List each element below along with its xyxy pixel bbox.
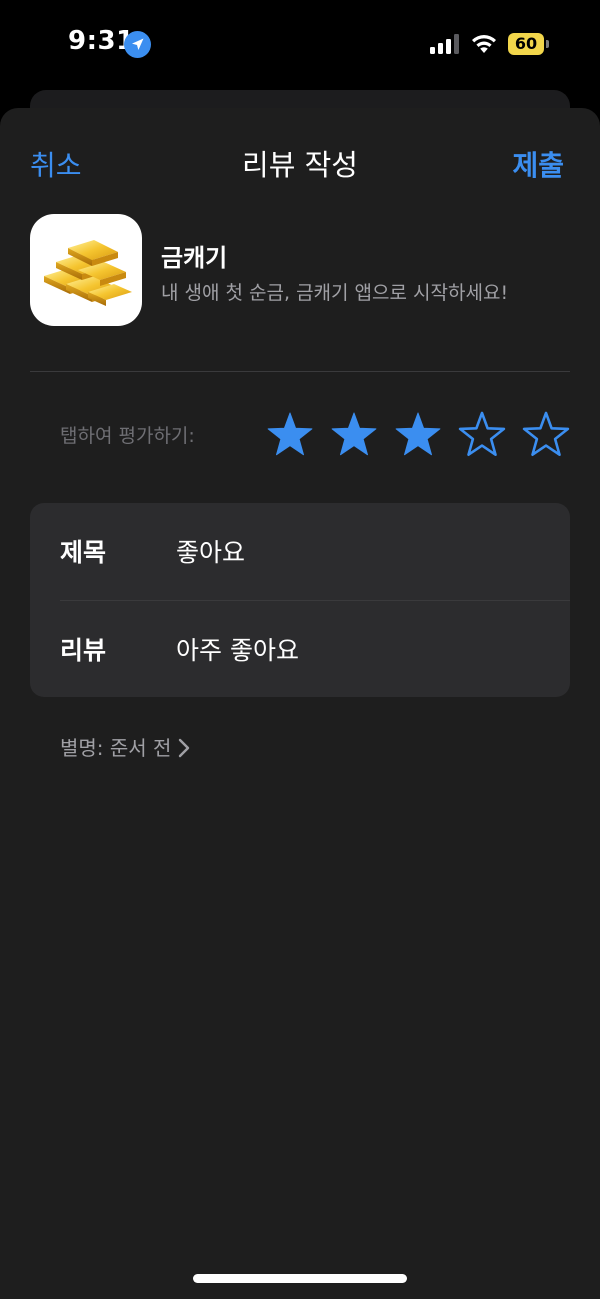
home-indicator[interactable] <box>193 1274 407 1283</box>
star-rating[interactable] <box>266 410 576 460</box>
review-form-card: 제목 좋아요 리뷰 아주 좋아요 <box>30 503 570 697</box>
review-label: 리뷰 <box>60 636 107 665</box>
nickname-link[interactable]: 별명: 준서 전 <box>60 732 191 762</box>
chevron-right-icon <box>179 738 190 758</box>
star-1-icon[interactable] <box>266 410 314 458</box>
cancel-button[interactable]: 취소 <box>30 144 82 184</box>
battery-tip <box>546 40 549 48</box>
page-title: 리뷰 작성 <box>242 148 358 182</box>
status-bar: 9:31 60 <box>0 0 600 90</box>
divider <box>30 371 570 372</box>
wifi-icon <box>472 35 496 53</box>
screen: 9:31 60 취소 리뷰 작성 제출 금캐기 내 생애 첫 순금, 금캐기 앱… <box>0 0 600 1299</box>
app-icon <box>30 214 142 326</box>
cellular-signal-icon <box>430 34 459 54</box>
title-row[interactable]: 제목 좋아요 <box>30 503 570 599</box>
title-label: 제목 <box>60 538 107 567</box>
star-4-icon[interactable] <box>458 410 506 458</box>
nickname-text: 별명: 준서 전 <box>60 736 172 760</box>
location-arrow-icon <box>124 31 151 58</box>
battery-icon: 60 <box>508 33 549 55</box>
submit-button[interactable]: 제출 <box>512 144 564 184</box>
star-2-icon[interactable] <box>330 410 378 458</box>
app-name: 금캐기 <box>161 244 228 272</box>
review-row[interactable]: 리뷰 아주 좋아요 <box>30 601 570 697</box>
app-subtitle: 내 생애 첫 순금, 금캐기 앱으로 시작하세요! <box>161 282 509 304</box>
write-review-sheet: 취소 리뷰 작성 제출 금캐기 내 생애 첫 순금, 금캐기 앱으로 시작하세요… <box>0 108 600 1299</box>
star-5-icon[interactable] <box>522 410 570 458</box>
battery-percent: 60 <box>508 33 544 55</box>
gold-bars-icon <box>44 240 132 306</box>
title-field[interactable]: 좋아요 <box>176 533 245 569</box>
rating-label: 탭하여 평가하기: <box>60 425 195 447</box>
star-3-icon[interactable] <box>394 410 442 458</box>
review-field[interactable]: 아주 좋아요 <box>176 631 299 667</box>
